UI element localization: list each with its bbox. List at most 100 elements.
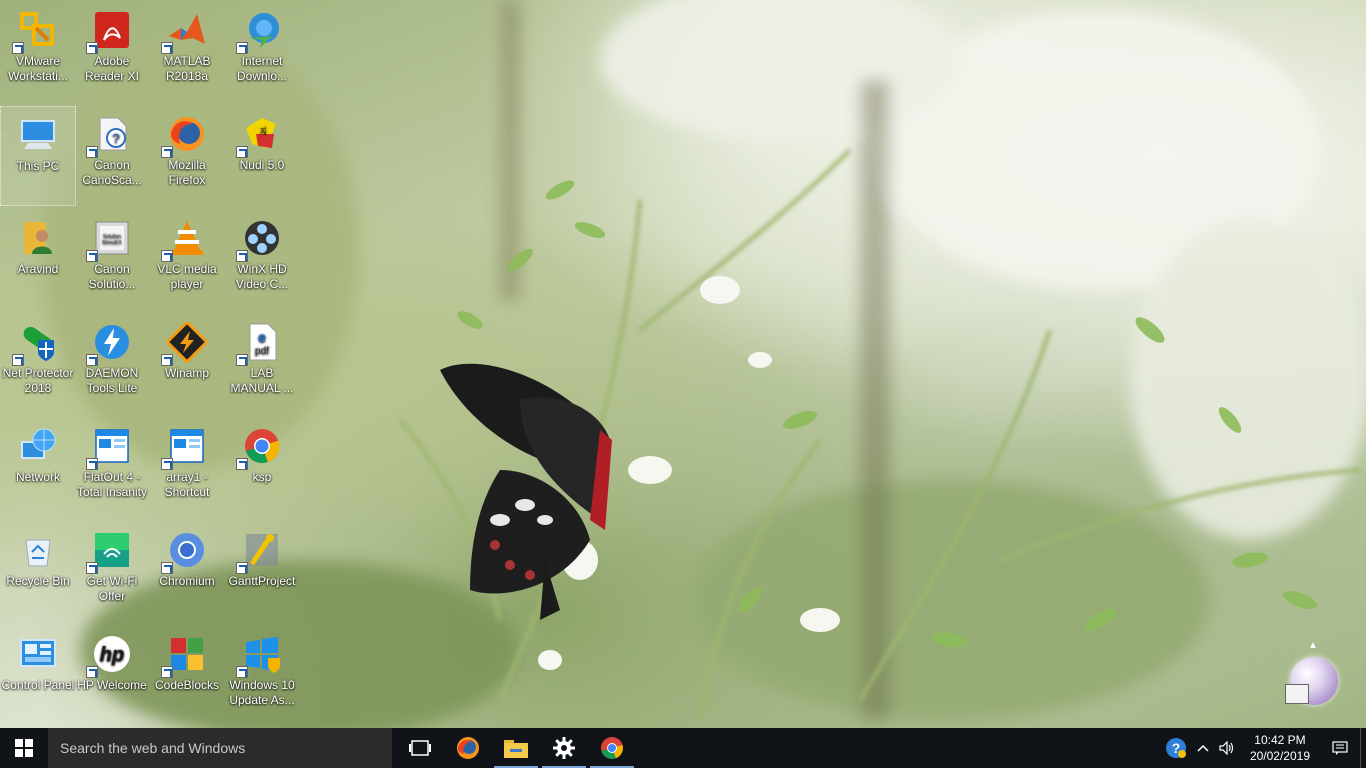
clock-date: 20/02/2019	[1249, 749, 1310, 763]
daemon-tools-icon	[86, 320, 134, 366]
desktop-gadget-card[interactable]	[1285, 684, 1309, 704]
start-button[interactable]	[0, 728, 48, 768]
desktop-icon-vmware[interactable]: VMware Workstati...	[0, 2, 76, 102]
pdf-document-icon: e pdf	[236, 320, 284, 366]
desktop-icon-adobe-reader[interactable]: Adobe Reader XI	[74, 2, 150, 102]
desktop-icon-network[interactable]: Network	[0, 418, 76, 518]
control-panel-icon	[16, 632, 60, 676]
svg-text:e: e	[258, 329, 266, 345]
windows-logo-icon	[15, 739, 33, 757]
butterfly	[440, 363, 612, 620]
shortcut-arrow-icon	[86, 354, 98, 366]
windows-update-icon	[236, 632, 284, 678]
settings-taskbar-button[interactable]	[540, 728, 588, 768]
volume-tray-button[interactable]	[1214, 728, 1240, 768]
matlab-icon	[161, 8, 209, 54]
nudi-icon: ಸ	[236, 112, 284, 158]
desktop-icon-canon-solution-menu[interactable]: Solution MenuEX Canon Solutio...	[74, 210, 150, 310]
desktop-icon-this-pc[interactable]: This PC	[0, 106, 76, 206]
desktop-icon-label: WinX HD Video C...	[235, 262, 289, 291]
desktop-icon-hp[interactable]: hp HP Welcome	[74, 626, 150, 726]
desktop-icon-matlab[interactable]: MATLAB R2018a	[149, 2, 225, 102]
codeblocks-icon	[161, 632, 209, 678]
shortcut-arrow-icon	[12, 354, 24, 366]
system-clock[interactable]: 10:42 PM 20/02/2019	[1240, 732, 1320, 764]
desktop-icon-label: This PC	[16, 159, 60, 173]
file-explorer-taskbar-button[interactable]	[492, 728, 540, 768]
firefox-icon	[161, 112, 209, 158]
user-folder-icon	[16, 216, 60, 260]
desktop-icon-winamp[interactable]: Winamp	[149, 314, 225, 414]
net-protector-icon	[12, 320, 60, 366]
shortcut-arrow-icon	[86, 458, 98, 470]
desktop-icon-windows-update[interactable]: Windows 10 Update As...	[224, 626, 300, 726]
desktop-icon-label: LAB MANUAL ...	[230, 366, 294, 395]
desktop-icon-label: Net Protector 2018	[2, 366, 74, 395]
canon-canoscan-icon: ?	[86, 112, 134, 158]
speaker-icon	[1219, 741, 1234, 755]
desktop-icon-label: Get Wi-Fi Offer	[86, 574, 138, 603]
chrome-icon	[236, 424, 284, 470]
desktop-icon-ganttproject[interactable]: GanttProject	[224, 522, 300, 622]
desktop-icon-control-panel[interactable]: Control Panel	[0, 626, 76, 726]
adobe-reader-icon	[86, 8, 134, 54]
taskbar: Search the web and Windows ? 10:42 PM 20…	[0, 728, 1366, 768]
desktop-icon-firefox[interactable]: Mozilla Firefox	[149, 106, 225, 206]
array-shortcut-icon	[161, 424, 209, 470]
winx-video-converter-icon	[236, 216, 284, 262]
chromium-icon	[161, 528, 209, 574]
help-tray-button[interactable]: ?	[1160, 728, 1192, 768]
desktop-icon-internet-download-manager[interactable]: Internet Downlo...	[224, 2, 300, 102]
search-input[interactable]: Search the web and Windows	[48, 728, 392, 768]
clock-time: 10:42 PM	[1254, 733, 1306, 747]
desktop-icon-nudi[interactable]: ಸ Nudi 5.0	[224, 106, 300, 206]
desktop-icon-label: Network	[15, 470, 60, 484]
desktop-icon-label: Recycle Bin	[6, 574, 70, 588]
vmware-icon	[12, 8, 60, 54]
help-icon: ?	[1165, 738, 1186, 758]
desktop-icon-codeblocks[interactable]: CodeBlocks	[149, 626, 225, 726]
desktop-icon-chrome[interactable]: ksp	[224, 418, 300, 518]
desktop-icon-label: VMware Workstati...	[8, 54, 68, 83]
internet-download-manager-icon	[236, 8, 284, 54]
chevron-up-icon	[1197, 744, 1209, 752]
show-desktop-button[interactable]	[1360, 728, 1366, 768]
desktop-icon-chromium[interactable]: Chromium	[149, 522, 225, 622]
desktop-icon-winx-video-converter[interactable]: WinX HD Video C...	[224, 210, 300, 310]
desktop-icon-daemon-tools[interactable]: DAEMON Tools Lite	[74, 314, 150, 414]
svg-text:pdf: pdf	[255, 346, 269, 357]
svg-text:?: ?	[112, 131, 119, 146]
svg-text:MenuEX: MenuEX	[102, 240, 122, 246]
shortcut-arrow-icon	[12, 42, 24, 54]
desktop-icon-label: MATLAB R2018a	[163, 54, 211, 83]
shortcut-arrow-icon	[161, 666, 173, 678]
shortcut-arrow-icon	[236, 42, 248, 54]
firefox-taskbar-button[interactable]	[444, 728, 492, 768]
canon-solution-menu-icon: Solution MenuEX	[86, 216, 134, 262]
desktop-icon-recycle-bin[interactable]: Recycle Bin	[0, 522, 76, 622]
show-hidden-icons-button[interactable]	[1192, 728, 1214, 768]
desktop-icon-array-shortcut[interactable]: array1 - Shortcut	[149, 418, 225, 518]
this-pc-icon	[16, 113, 60, 157]
desktop-icon-wifi-offer[interactable]: Get Wi-Fi Offer	[74, 522, 150, 622]
shortcut-arrow-icon	[161, 146, 173, 158]
svg-text:ಸ: ಸ	[260, 123, 266, 137]
firefox-icon	[457, 737, 479, 759]
desktop-icon-canon-canoscan[interactable]: ? Canon CanoSca...	[74, 106, 150, 206]
shortcut-arrow-icon	[86, 666, 98, 678]
search-placeholder: Search the web and Windows	[60, 740, 246, 756]
gadget-expand-icon[interactable]: ▲	[1308, 640, 1318, 651]
task-view-icon	[409, 740, 431, 756]
desktop-icon-user-folder[interactable]: Aravind	[0, 210, 76, 310]
desktop-icon-net-protector[interactable]: Net Protector 2018	[0, 314, 76, 414]
desktop-icon-flatout-game[interactable]: FlatOut 4 - Total Insanity	[74, 418, 150, 518]
action-center-button[interactable]	[1320, 728, 1360, 768]
desktop-icon-label: HP Welcome	[77, 678, 147, 692]
task-view-button[interactable]	[396, 728, 444, 768]
desktop-icon-label: Mozilla Firefox	[168, 158, 206, 187]
chrome-taskbar-button[interactable]	[588, 728, 636, 768]
shortcut-arrow-icon	[236, 666, 248, 678]
desktop-icon-vlc[interactable]: VLC media player	[149, 210, 225, 310]
ganttproject-icon	[236, 528, 284, 574]
desktop-icon-pdf-document[interactable]: e pdf LAB MANUAL ...	[224, 314, 300, 414]
